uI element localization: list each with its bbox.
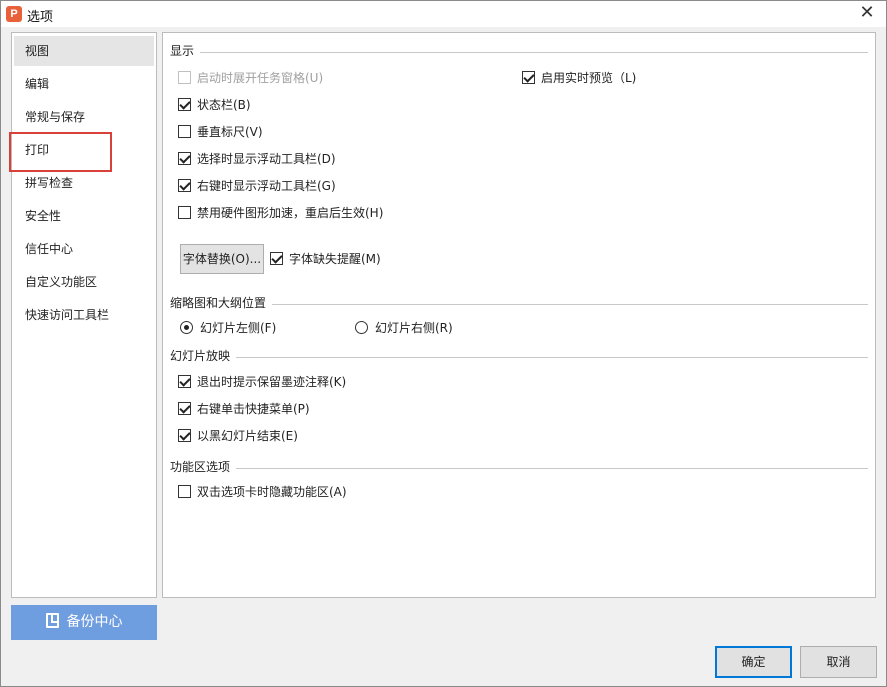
section-ribbon: 功能区选项 <box>170 460 868 474</box>
hide-ribbon-label: 双击选项卡时隐藏功能区(A) <box>197 485 347 499</box>
vertical-ruler-option[interactable]: 垂直标尺(V) <box>178 124 263 140</box>
float-toolbar-select-checkbox[interactable] <box>178 152 191 165</box>
nav-item-view[interactable]: 视图 <box>14 36 154 66</box>
missing-font-alert-checkbox[interactable] <box>270 252 283 265</box>
backup-center-label: 备份中心 <box>66 614 123 630</box>
live-preview-option[interactable]: 启用实时预览（L) <box>522 70 636 86</box>
nav-item-edit[interactable]: 编辑 <box>14 69 154 99</box>
nav-item-spelling[interactable]: 拼写检查 <box>14 168 154 198</box>
disable-hw-accel-option[interactable]: 禁用硬件图形加速，重启后生效(H) <box>178 205 383 221</box>
title-bar: P 选项 ✕ <box>1 1 886 27</box>
section-display: 显示 <box>170 44 868 58</box>
options-nav: 视图 编辑 常规与保存 打印 拼写检查 安全性 信任中心 自定义功能区 快速访问… <box>11 32 157 598</box>
disable-hw-accel-label: 禁用硬件图形加速，重启后生效(H) <box>197 206 384 220</box>
status-bar-label: 状态栏(B) <box>197 98 251 112</box>
section-slideshow: 幻灯片放映 <box>170 349 868 363</box>
disable-hw-accel-checkbox[interactable] <box>178 206 191 219</box>
status-bar-option[interactable]: 状态栏(B) <box>178 97 251 113</box>
vertical-ruler-label: 垂直标尺(V) <box>197 125 263 139</box>
section-display-title: 显示 <box>170 44 201 58</box>
nav-item-customize-ribbon[interactable]: 自定义功能区 <box>14 267 154 297</box>
backup-icon <box>45 613 59 628</box>
thumbnail-right-option[interactable]: 幻灯片右侧(R) <box>355 320 453 336</box>
close-icon: ✕ <box>859 2 875 23</box>
backup-center-button[interactable]: 备份中心 <box>11 605 157 640</box>
show-task-pane-checkbox[interactable] <box>178 71 191 84</box>
divider <box>170 357 868 358</box>
thumbnail-left-radio[interactable] <box>180 321 193 334</box>
nav-item-security[interactable]: 安全性 <box>14 201 154 231</box>
options-dialog: P 选项 ✕ 视图 编辑 常规与保存 打印 拼写检查 安全性 信任中心 自定义功… <box>0 0 887 687</box>
section-slideshow-title: 幻灯片放映 <box>170 349 237 363</box>
thumbnail-right-radio[interactable] <box>355 321 368 334</box>
missing-font-alert-label: 字体缺失提醒(M) <box>289 252 381 266</box>
dialog-title: 选项 <box>27 10 54 25</box>
section-thumbnail: 缩略图和大纲位置 <box>170 296 868 310</box>
end-black-option[interactable]: 以黑幻灯片结束(E) <box>178 428 298 444</box>
show-task-pane-option[interactable]: 启动时展开任务窗格(U) <box>178 70 323 86</box>
font-replace-button[interactable]: 字体替换(O)... <box>180 244 264 274</box>
missing-font-alert-option[interactable]: 字体缺失提醒(M) <box>270 251 381 267</box>
right-click-menu-checkbox[interactable] <box>178 402 191 415</box>
nav-item-general-save[interactable]: 常规与保存 <box>14 102 154 132</box>
right-click-menu-label: 右键单击快捷菜单(P) <box>197 402 310 416</box>
status-bar-checkbox[interactable] <box>178 98 191 111</box>
float-toolbar-select-label: 选择时显示浮动工具栏(D) <box>197 152 336 166</box>
keep-ink-option[interactable]: 退出时提示保留墨迹注释(K) <box>178 374 346 390</box>
nav-item-trust-center[interactable]: 信任中心 <box>14 234 154 264</box>
close-button[interactable]: ✕ <box>854 3 880 25</box>
app-logo-icon: P <box>6 6 22 22</box>
live-preview-checkbox[interactable] <box>522 71 535 84</box>
divider <box>170 468 868 469</box>
end-black-checkbox[interactable] <box>178 429 191 442</box>
float-toolbar-right-option[interactable]: 右键时显示浮动工具栏(G) <box>178 178 336 194</box>
hide-ribbon-checkbox[interactable] <box>178 485 191 498</box>
divider <box>170 52 868 53</box>
show-task-pane-label: 启动时展开任务窗格(U) <box>197 71 324 85</box>
thumbnail-right-label: 幻灯片右侧(R) <box>375 321 453 335</box>
nav-item-quick-access-toolbar[interactable]: 快速访问工具栏 <box>14 300 154 330</box>
ok-button[interactable]: 确定 <box>715 646 792 678</box>
float-toolbar-right-checkbox[interactable] <box>178 179 191 192</box>
keep-ink-label: 退出时提示保留墨迹注释(K) <box>197 375 347 389</box>
end-black-label: 以黑幻灯片结束(E) <box>197 429 298 443</box>
vertical-ruler-checkbox[interactable] <box>178 125 191 138</box>
divider <box>170 304 868 305</box>
keep-ink-checkbox[interactable] <box>178 375 191 388</box>
live-preview-label: 启用实时预览（L) <box>541 71 637 85</box>
section-thumbnail-title: 缩略图和大纲位置 <box>170 296 273 310</box>
hide-ribbon-option[interactable]: 双击选项卡时隐藏功能区(A) <box>178 484 347 500</box>
thumbnail-left-option[interactable]: 幻灯片左侧(F) <box>180 320 276 336</box>
right-click-menu-option[interactable]: 右键单击快捷菜单(P) <box>178 401 310 417</box>
float-toolbar-right-label: 右键时显示浮动工具栏(G) <box>197 179 336 193</box>
thumbnail-left-label: 幻灯片左侧(F) <box>200 321 277 335</box>
nav-item-print[interactable]: 打印 <box>14 135 154 165</box>
options-panel: 显示 启动时展开任务窗格(U) 启用实时预览（L) 状态栏(B) 垂直标尺(V)… <box>162 32 876 598</box>
float-toolbar-select-option[interactable]: 选择时显示浮动工具栏(D) <box>178 151 336 167</box>
section-ribbon-title: 功能区选项 <box>170 460 237 474</box>
cancel-button[interactable]: 取消 <box>800 646 877 678</box>
